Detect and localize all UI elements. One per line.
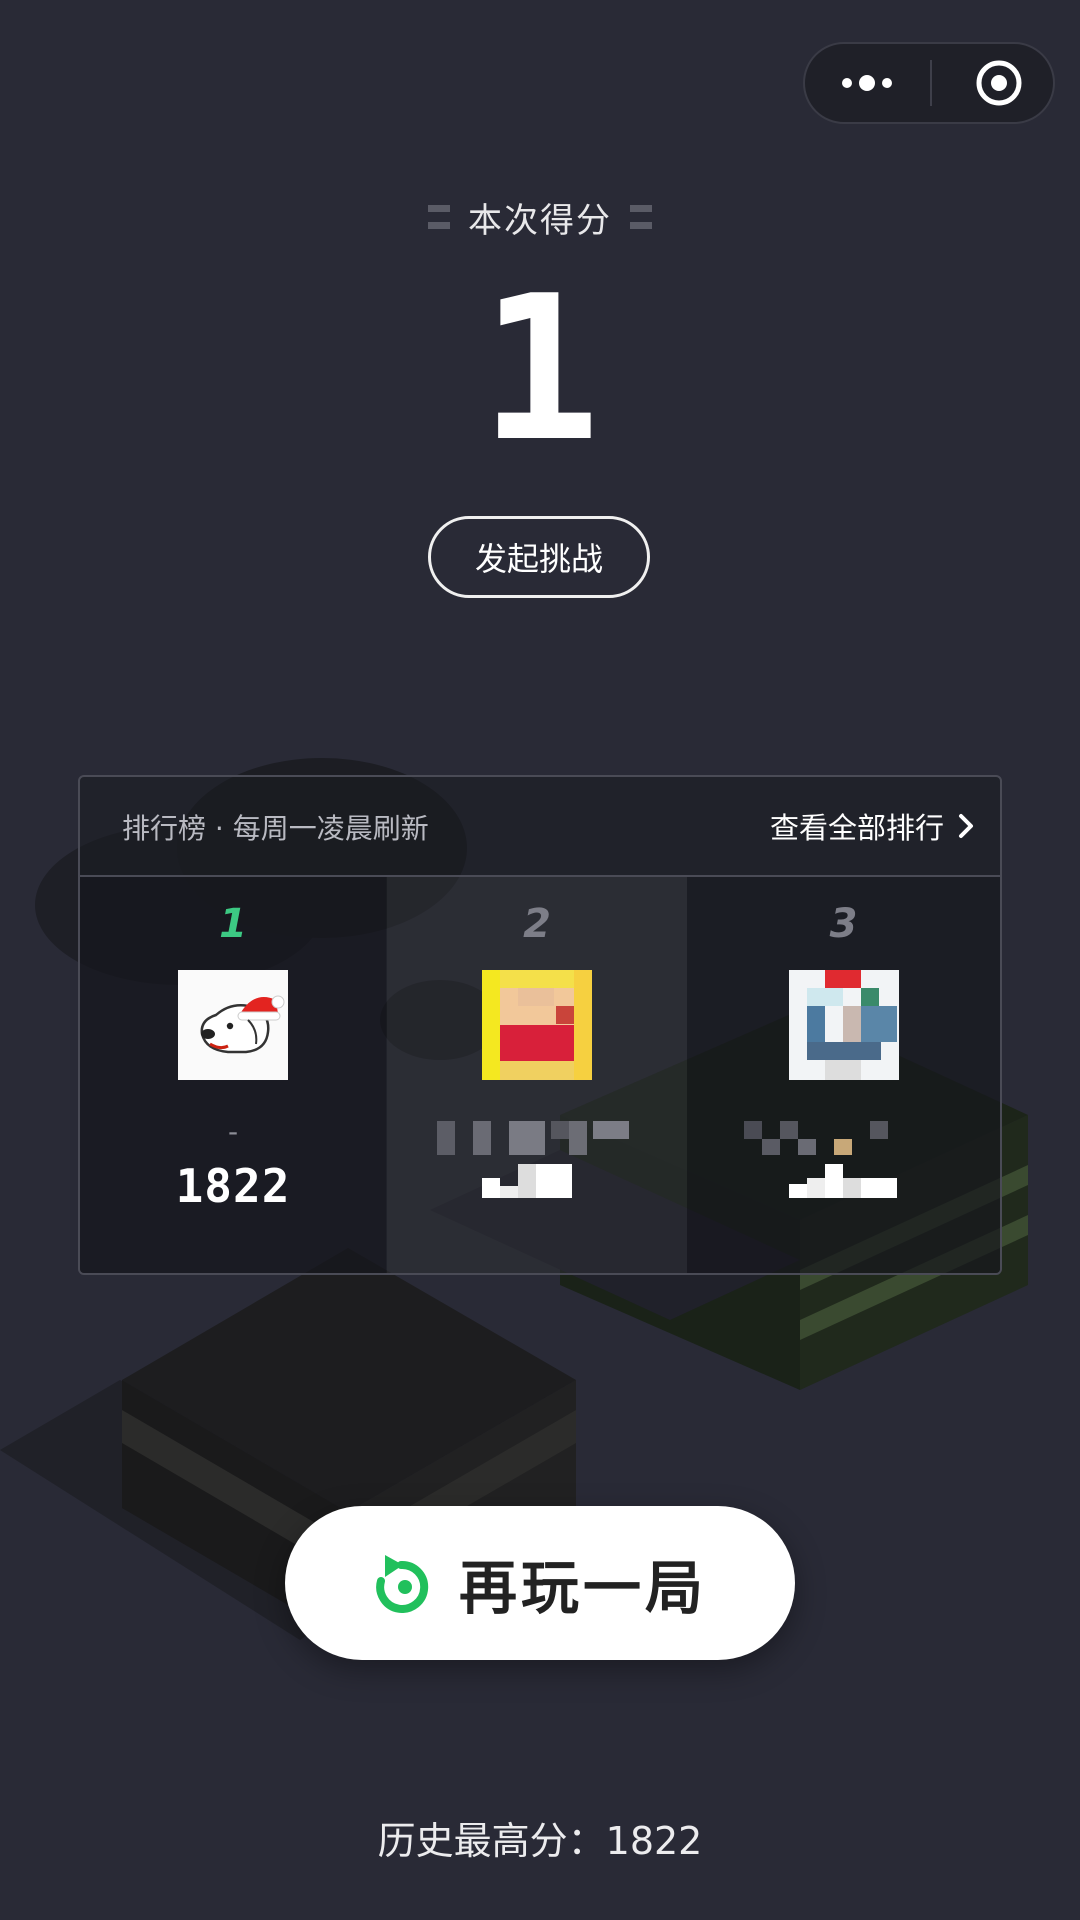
avatar-pixelated: [788, 970, 899, 1080]
replay-label: 再玩一局: [458, 1554, 707, 1622]
leaderboard-entry-3[interactable]: 3: [687, 877, 1000, 1273]
rank-number: 2: [523, 901, 551, 947]
title-decor-left: [428, 205, 450, 229]
leaderboard-entry-2[interactable]: 2: [387, 877, 687, 1273]
title-decor-right: [630, 205, 652, 229]
player-name: -: [227, 1115, 239, 1148]
leaderboard: 排行榜 · 每周一凌晨刷新 查看全部排行 1 - 1822 2 3: [78, 775, 1002, 1275]
player-score-pixelated: [687, 1159, 1000, 1213]
avatar: [178, 970, 288, 1080]
score-title-label: 本次得分: [468, 200, 612, 241]
pixelated-score: [788, 1164, 897, 1198]
pixelated-avatar-image: [788, 970, 899, 1080]
chevron-right-icon: [959, 814, 973, 838]
avatar-pixelated: [482, 970, 592, 1080]
history-best-score: 历史最高分：1822: [377, 1819, 703, 1863]
view-all-ranking-label: 查看全部排行: [769, 811, 944, 845]
rank-number: 1: [219, 901, 247, 947]
more-button[interactable]: [805, 44, 930, 122]
player-name-pixelated: [687, 1115, 1000, 1162]
player-score-pixelated: [387, 1159, 687, 1213]
menu-capsule: [803, 42, 1055, 124]
pixelated-score: [482, 1164, 572, 1198]
leaderboard-header: 排行榜 · 每周一凌晨刷新 查看全部排行: [80, 777, 1000, 877]
pixelated-name: [437, 1121, 629, 1157]
view-all-ranking-link[interactable]: 查看全部排行: [770, 805, 974, 847]
pixelated-name: [743, 1121, 888, 1157]
dog-santa-hat-icon: [178, 970, 288, 1080]
score-title: 本次得分: [0, 192, 1080, 242]
player-name-pixelated: [387, 1115, 687, 1162]
pixelated-avatar-image: [482, 970, 592, 1080]
player-score: 1822: [175, 1159, 291, 1213]
target-close-icon: [976, 60, 1022, 106]
more-dots-icon: [842, 75, 892, 91]
leaderboard-entry-1[interactable]: 1 - 1822: [80, 877, 386, 1273]
challenge-button[interactable]: 发起挑战: [428, 516, 650, 598]
close-button[interactable]: [931, 44, 1053, 122]
rank-number: 3: [829, 901, 858, 947]
replay-icon: [376, 1555, 429, 1613]
replay-button[interactable]: 再玩一局: [285, 1506, 795, 1660]
leaderboard-title: 排行榜 · 每周一凌晨刷新: [122, 812, 429, 845]
current-score: 1: [479, 253, 601, 486]
